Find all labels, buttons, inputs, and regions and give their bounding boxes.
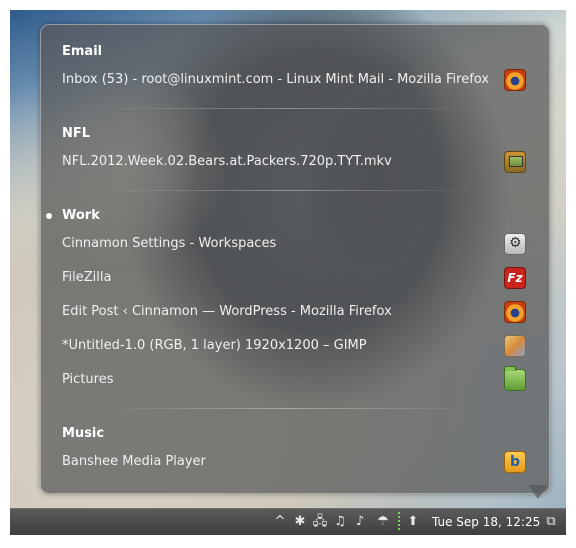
popup-pointer <box>528 485 548 499</box>
section-separator <box>100 108 478 109</box>
window-list-icon[interactable]: ⧉ <box>542 509 560 535</box>
window-item-label: Pictures <box>62 372 114 387</box>
window-item-wordpress-firefox[interactable]: Edit Post ‹ Cinnamon — WordPress - Mozil… <box>62 300 526 326</box>
window-item-label: Inbox (53) - root@linuxmint.com - Linux … <box>62 72 490 87</box>
window-item-pictures[interactable]: Pictures <box>62 366 526 394</box>
section-header-work: Work <box>62 208 100 223</box>
section-header-email: Email <box>62 44 103 59</box>
window-item-label: *Untitled-1.0 (RGB, 1 layer) 1920x1200 –… <box>62 338 367 353</box>
window-item-gimp[interactable]: *Untitled-1.0 (RGB, 1 layer) 1920x1200 –… <box>62 334 526 360</box>
folder-icon <box>504 366 526 391</box>
window-item-banshee[interactable]: Banshee Media Player b <box>62 450 526 476</box>
active-workspace-bullet <box>46 213 52 219</box>
window-item-inbox-firefox[interactable]: Inbox (53) - root@linuxmint.com - Linux … <box>62 68 526 94</box>
panel-clock[interactable]: Tue Sep 18, 12:25 <box>432 509 540 535</box>
window-item-filezilla[interactable]: FileZilla Fz <box>62 266 526 292</box>
bottom-panel: ^ ✱ 🖧 ♫ ♪ ☂ ⬆ Tue Sep 18, 12:25 ⧉ <box>10 508 566 535</box>
settings-icon <box>504 233 526 255</box>
section-separator <box>100 408 478 409</box>
section-header-music: Music <box>62 426 105 441</box>
music-note-icon[interactable]: ♫ <box>332 509 348 535</box>
panel-separator <box>398 512 400 532</box>
network-icon[interactable]: 🖧 <box>312 509 328 535</box>
chevron-up-icon[interactable]: ^ <box>272 509 288 535</box>
window-item-nfl-video[interactable]: NFL.2012.Week.02.Bears.at.Packers.720p.T… <box>62 150 526 176</box>
section-separator <box>100 190 478 191</box>
window-item-label: FileZilla <box>62 270 112 285</box>
window-item-label: Cinnamon Settings - Workspaces <box>62 236 277 251</box>
window-item-cinnamon-settings[interactable]: Cinnamon Settings - Workspaces <box>62 232 526 258</box>
filezilla-icon: Fz <box>504 267 526 289</box>
firefox-icon <box>504 69 526 91</box>
banshee-icon: b <box>504 451 526 473</box>
gimp-icon <box>504 335 526 357</box>
window-list-popup <box>40 24 550 494</box>
window-item-label: Banshee Media Player <box>62 454 206 469</box>
window-item-label: Edit Post ‹ Cinnamon — WordPress - Mozil… <box>62 304 392 319</box>
section-header-nfl: NFL <box>62 126 91 141</box>
bluetooth-icon[interactable]: ✱ <box>292 509 308 535</box>
upload-icon[interactable]: ⬆ <box>406 509 420 535</box>
media-player-icon <box>504 151 526 173</box>
volume-icon[interactable]: ♪ <box>352 509 368 535</box>
firefox-icon <box>504 301 526 323</box>
window-item-label: NFL.2012.Week.02.Bears.at.Packers.720p.T… <box>62 154 392 169</box>
updates-icon[interactable]: ☂ <box>374 509 392 535</box>
